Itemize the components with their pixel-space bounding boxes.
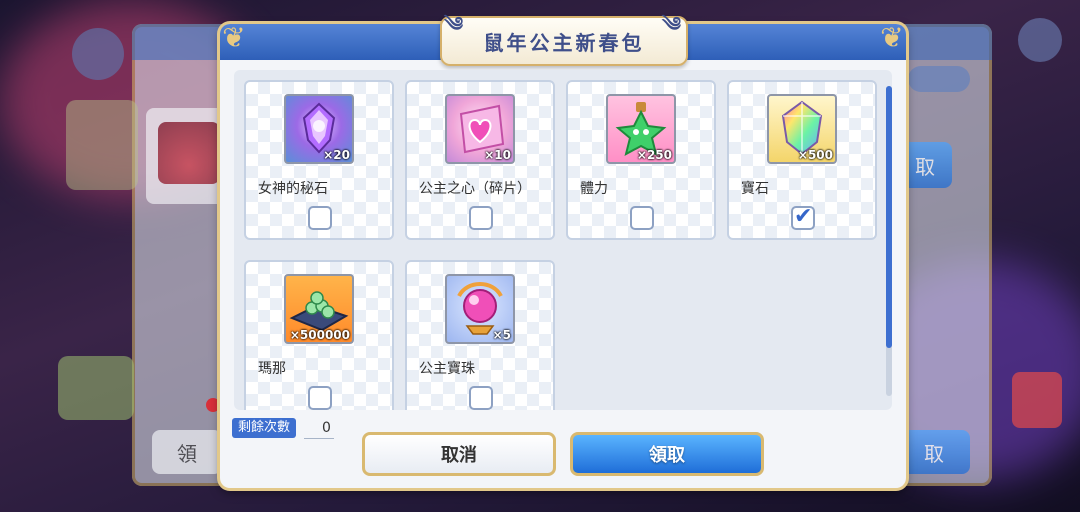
gift-bag-icon xyxy=(158,122,220,184)
list-scrollbar-thumb[interactable] xyxy=(886,86,892,348)
background-bottom-left-button: 領 xyxy=(152,430,222,474)
background-claim-button: 取 xyxy=(898,142,952,188)
mana-icon: ×500000 xyxy=(284,274,354,344)
item-card-stamina[interactable]: ×250 體力 xyxy=(566,80,716,240)
item-quantity: ×5 xyxy=(492,328,511,342)
background-menu-button xyxy=(1018,18,1062,62)
alert-badge xyxy=(206,398,220,412)
background-bottom-right-button-label: 取 xyxy=(924,441,944,466)
princess-orb-icon: ×5 xyxy=(445,274,515,344)
item-quantity: ×500 xyxy=(797,148,833,162)
dialog-title: 鼠年公主新春包 xyxy=(483,30,645,55)
remaining-count-label: 剩餘次數 xyxy=(232,418,297,438)
item-name: 公主寶珠 xyxy=(419,361,475,377)
background-bottom-left-button-label: 領 xyxy=(177,441,197,466)
cancel-button[interactable]: 取消 xyxy=(362,432,556,476)
dialog-title-plate: ༄ 鼠年公主新春包 ༄ xyxy=(440,12,688,66)
item-name: 女神的秘石 xyxy=(258,181,328,197)
cancel-button-label: 取消 xyxy=(441,445,477,466)
item-quantity: ×20 xyxy=(323,148,350,162)
background-character xyxy=(66,100,138,190)
gift-box-icon xyxy=(1012,372,1062,428)
item-checkbox[interactable] xyxy=(469,386,493,410)
remaining-count-value: 0 xyxy=(322,420,331,436)
item-list[interactable]: ×20 女神的秘石 ×10 公主之心（碎片） ×250 體力 ×500 寶石 ✔… xyxy=(234,70,892,410)
item-checkbox-checked[interactable]: ✔ xyxy=(791,204,815,230)
background-character-2 xyxy=(58,356,134,420)
title-swirl-right-icon: ༄ xyxy=(661,12,684,36)
list-scrollbar[interactable] xyxy=(886,86,892,396)
item-name: 公主之心（碎片） xyxy=(419,181,531,197)
rank-badge xyxy=(72,28,124,80)
item-name: 體力 xyxy=(580,181,608,197)
item-name: 瑪那 xyxy=(258,361,286,377)
item-quantity: ×500000 xyxy=(289,328,350,342)
item-card-princess-heart-fragment[interactable]: ×10 公主之心（碎片） xyxy=(405,80,555,240)
stamina-potion-icon: ×250 xyxy=(606,94,676,164)
item-card-mana[interactable]: ×500000 瑪那 xyxy=(244,260,394,410)
background-bottom-right-button: 取 xyxy=(898,430,970,474)
pack-select-dialog: ❦ ❦ ༄ 鼠年公主新春包 ༄ ×20 女神的秘石 ×10 公主之心（碎片） ×… xyxy=(220,12,906,488)
claim-button-label: 領取 xyxy=(649,445,685,466)
item-card-jewel[interactable]: ×500 寶石 ✔ xyxy=(727,80,877,240)
item-checkbox[interactable] xyxy=(308,206,332,230)
corner-ornament-right-icon: ❦ xyxy=(880,21,904,54)
item-quantity: ×10 xyxy=(484,148,511,162)
item-card-princess-orb[interactable]: ×5 公主寶珠 xyxy=(405,260,555,410)
jewel-icon: ×500 xyxy=(767,94,837,164)
item-card-goddess-stone[interactable]: ×20 女神的秘石 xyxy=(244,80,394,240)
item-checkbox[interactable] xyxy=(630,206,654,230)
corner-ornament-left-icon: ❦ xyxy=(222,21,246,54)
item-checkbox[interactable] xyxy=(469,206,493,230)
checkmark-icon: ✔ xyxy=(794,204,813,229)
item-name: 寶石 xyxy=(741,181,769,197)
item-quantity: ×250 xyxy=(636,148,672,162)
background-dropdown xyxy=(908,66,970,92)
item-checkbox[interactable] xyxy=(308,386,332,410)
claim-button[interactable]: 領取 xyxy=(570,432,764,476)
remaining-underline xyxy=(304,438,334,439)
goddess-stone-icon: ×20 xyxy=(284,94,354,164)
title-swirl-left-icon: ༄ xyxy=(444,12,467,36)
background-claim-button-label: 取 xyxy=(915,154,935,179)
princess-heart-fragment-icon: ×10 xyxy=(445,94,515,164)
